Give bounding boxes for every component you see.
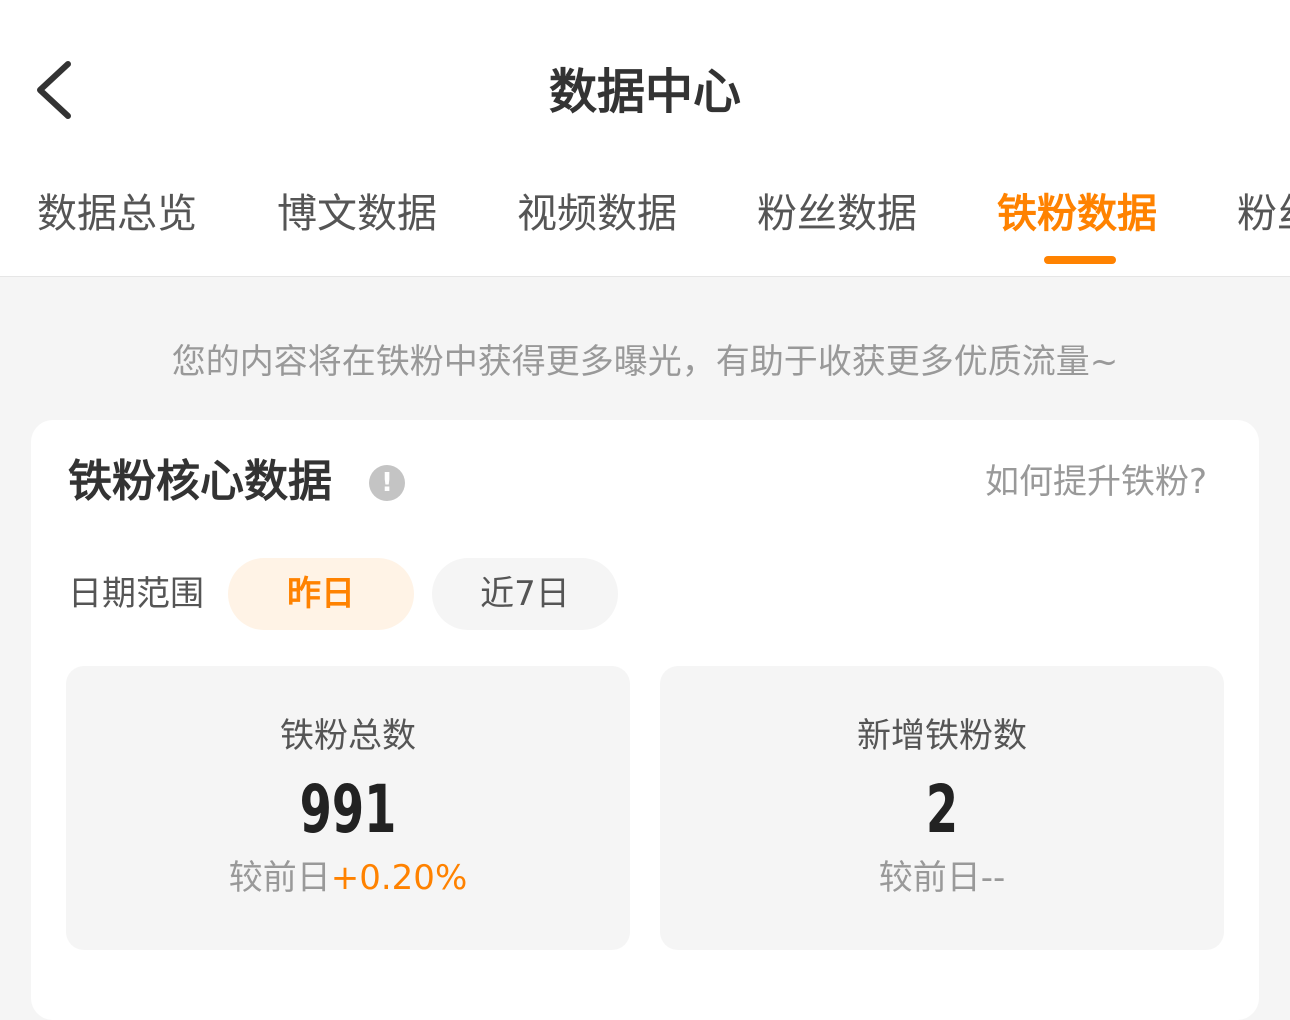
date-range-label: 日期范围 bbox=[68, 574, 204, 614]
tab-iron-fans[interactable]: 铁粉数据 bbox=[997, 186, 1157, 242]
notice-text: 您的内容将在铁粉中获得更多曝光，有助于收获更多优质流量~ bbox=[171, 342, 1119, 382]
compare-prefix: 较前日 bbox=[228, 858, 331, 898]
compare-value: +0.20% bbox=[330, 858, 468, 898]
tab-posts[interactable]: 博文数据 bbox=[277, 186, 437, 242]
stat-compare: 较前日+0.20% bbox=[66, 852, 630, 904]
compare-value: -- bbox=[980, 858, 1006, 898]
total-iron-fans-stat: 铁粉总数 991 较前日+0.20% bbox=[66, 666, 630, 950]
stat-compare: 较前日-- bbox=[660, 852, 1224, 904]
tab-fans-more[interactable]: 粉丝 bbox=[1237, 186, 1290, 242]
stat-label: 新增铁粉数 bbox=[857, 716, 1027, 756]
tab-bar: 数据总览 博文数据 视频数据 粉丝数据 铁粉数据 粉丝 bbox=[0, 176, 1290, 276]
tab-fans[interactable]: 粉丝数据 bbox=[757, 186, 917, 242]
range-7days-button[interactable]: 近7日 bbox=[432, 558, 618, 630]
how-to-improve-link[interactable]: 如何提升铁粉? bbox=[985, 456, 1207, 508]
range-yesterday-button[interactable]: 昨日 bbox=[228, 558, 414, 630]
page-title: 数据中心 bbox=[548, 64, 741, 120]
core-data-card: 铁粉核心数据 ! 如何提升铁粉? 日期范围 昨日 近7日 铁粉总数 991 较前… bbox=[31, 420, 1259, 1020]
stat-value: 2 bbox=[925, 771, 959, 848]
tab-videos[interactable]: 视频数据 bbox=[517, 186, 677, 242]
exclamation-circle-icon[interactable]: ! bbox=[369, 465, 405, 501]
card-title: 铁粉核心数据 bbox=[68, 456, 332, 507]
new-iron-fans-stat: 新增铁粉数 2 较前日-- bbox=[660, 666, 1224, 950]
stat-label: 铁粉总数 bbox=[280, 716, 416, 756]
top-bar: 数据中心 数据总览 博文数据 视频数据 粉丝数据 铁粉数据 粉丝 bbox=[0, 0, 1290, 277]
compare-prefix: 较前日 bbox=[878, 858, 981, 898]
tab-overview[interactable]: 数据总览 bbox=[37, 186, 197, 242]
stat-value: 991 bbox=[299, 771, 397, 848]
active-tab-indicator bbox=[1044, 256, 1116, 264]
